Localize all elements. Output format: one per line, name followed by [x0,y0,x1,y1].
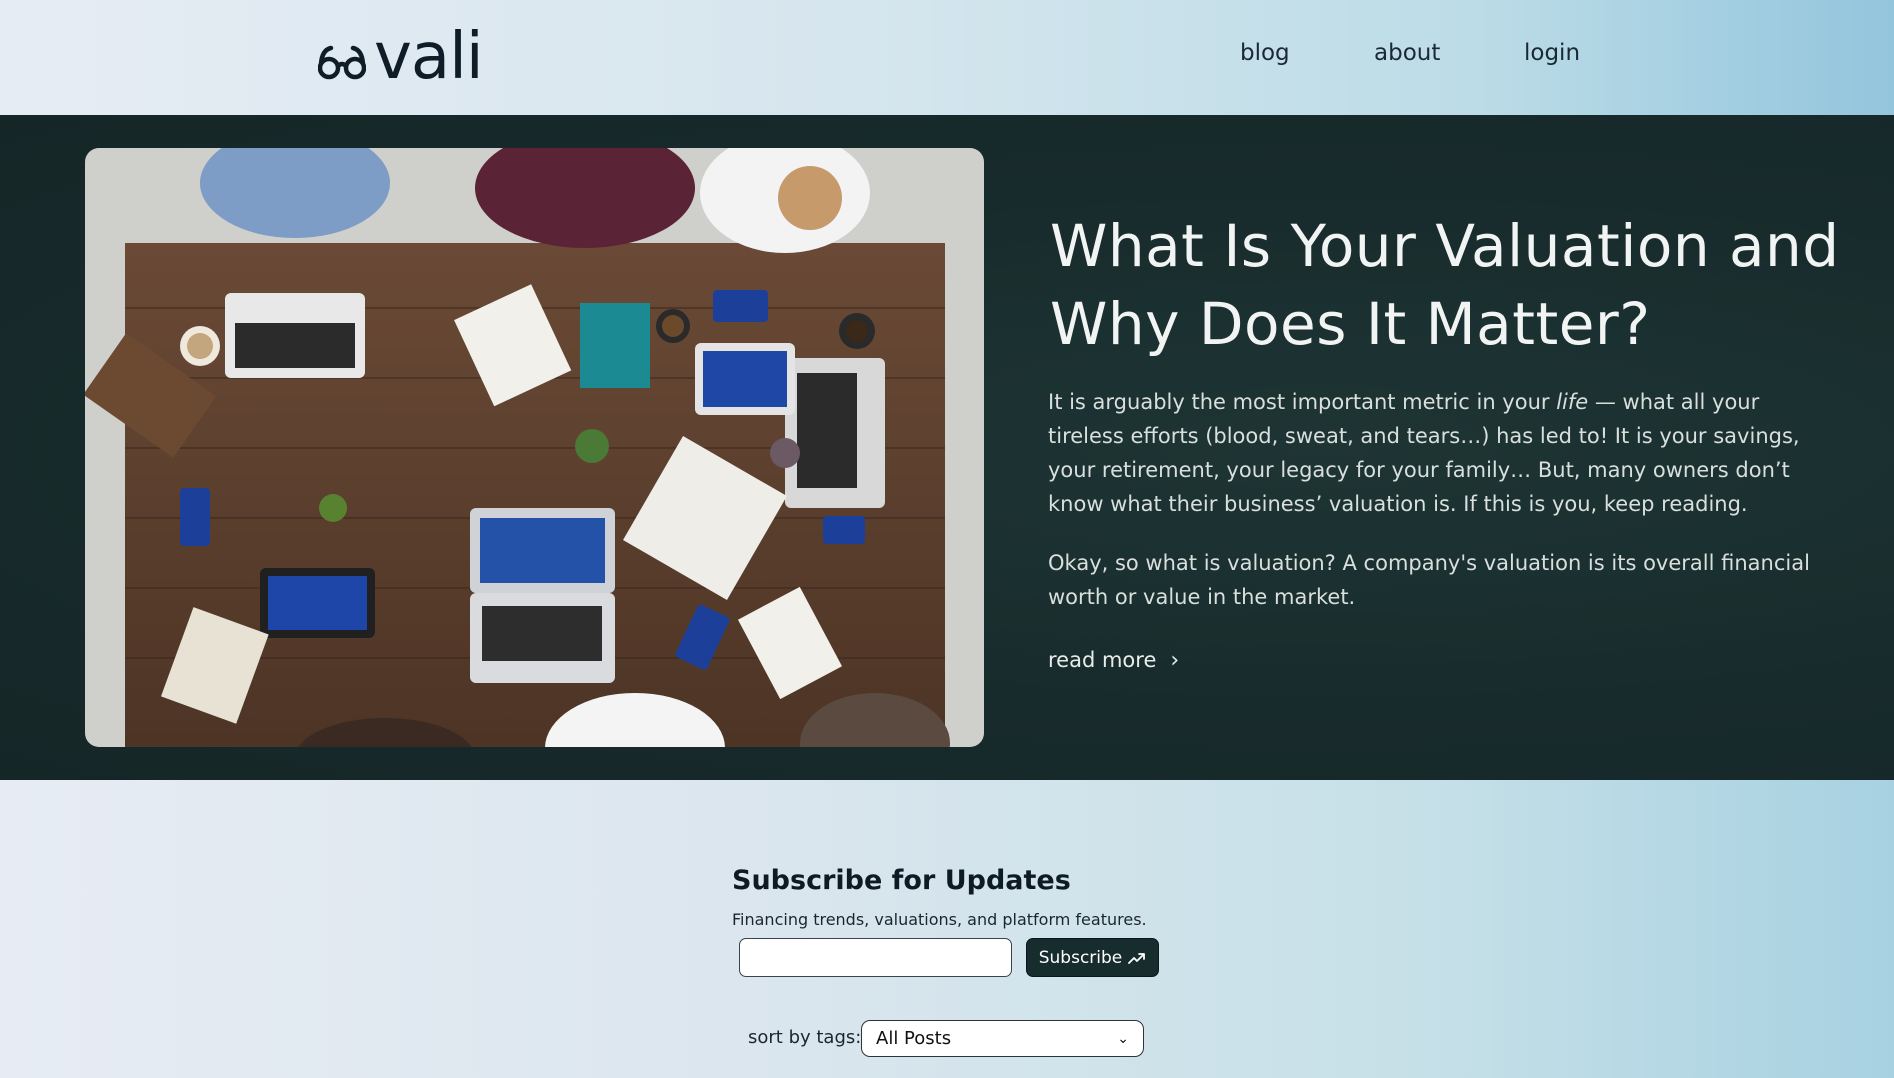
sort-by-tags-label: sort by tags: [748,1027,862,1048]
site-header: vali blog about login [0,0,1894,115]
brand-name: vali [374,20,484,94]
chevron-right-icon: › [1170,648,1180,673]
featured-post-image[interactable] [85,148,984,747]
subscribe-button-label: Subscribe [1038,947,1123,968]
featured-post: What Is Your Valuation and Why Does It M… [0,115,1894,780]
trending-up-icon [1128,952,1146,964]
read-more-label: read more [1048,648,1157,672]
tag-filter-select[interactable]: All Posts ⌄ [861,1020,1144,1057]
subscribe-description: Financing trends, valuations, and platfo… [732,910,1147,929]
glasses-icon [318,45,366,80]
subscribe-title: Subscribe for Updates [732,865,1071,896]
email-input[interactable] [739,938,1012,977]
logo-link[interactable]: vali [318,20,484,94]
nav-blog-link[interactable]: blog [1240,40,1290,66]
excerpt-emphasis: life [1556,390,1589,414]
featured-post-excerpt-2: Okay, so what is valuation? A company's … [1048,551,1810,609]
subscribe-section: Subscribe for Updates Financing trends, … [0,780,1894,1078]
featured-post-excerpt-1: It is arguably the most important metric… [1048,385,1818,521]
subscribe-button[interactable]: Subscribe [1026,938,1159,977]
nav-about-link[interactable]: about [1374,40,1440,66]
read-more-link[interactable]: read more › [1048,648,1179,672]
featured-post-title[interactable]: What Is Your Valuation and Why Does It M… [1050,207,1870,363]
nav-login-link[interactable]: login [1524,40,1580,66]
excerpt-text-start: It is arguably the most important metric… [1048,390,1557,414]
chevron-down-icon: ⌄ [1117,1030,1129,1047]
tag-filter-selected: All Posts [876,1028,952,1049]
team-meeting-photo [85,148,984,747]
